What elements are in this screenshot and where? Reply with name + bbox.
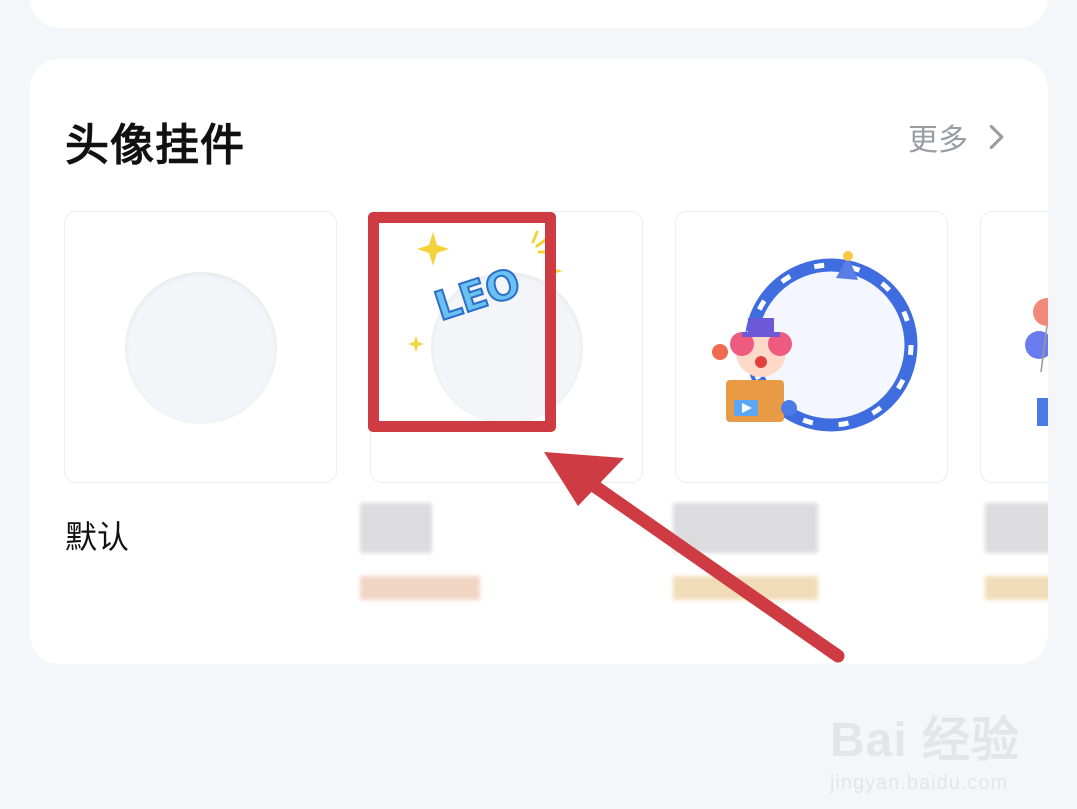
chevron-right-icon bbox=[989, 124, 1004, 150]
more-label: 更多 bbox=[908, 123, 968, 158]
pendant-price-blurred bbox=[985, 576, 1048, 600]
pendant-tile-default[interactable] bbox=[64, 211, 337, 483]
section-title: 头像挂件 bbox=[65, 120, 245, 171]
top-card bbox=[30, 0, 1048, 28]
pendant-name-blurred bbox=[360, 503, 432, 553]
pendant-label-default: 默认 bbox=[65, 518, 130, 556]
pendant-name-blurred bbox=[985, 503, 1048, 553]
pendant-tile-balloon[interactable] bbox=[980, 211, 1048, 483]
balloon-frame bbox=[1025, 298, 1048, 426]
red-arrow-annotation bbox=[544, 452, 845, 663]
avatar-placeholder bbox=[125, 272, 277, 424]
watermark-url: jingyan.baidu.com bbox=[830, 772, 1009, 794]
baidu-watermark: Bai 经验 jingyan.baidu.com bbox=[830, 700, 1020, 795]
watermark-logo: Bai 经验 bbox=[830, 714, 1021, 767]
more-link[interactable]: 更多 bbox=[908, 115, 1010, 159]
pendant-price-blurred bbox=[360, 576, 480, 600]
highlight-box bbox=[368, 212, 556, 432]
